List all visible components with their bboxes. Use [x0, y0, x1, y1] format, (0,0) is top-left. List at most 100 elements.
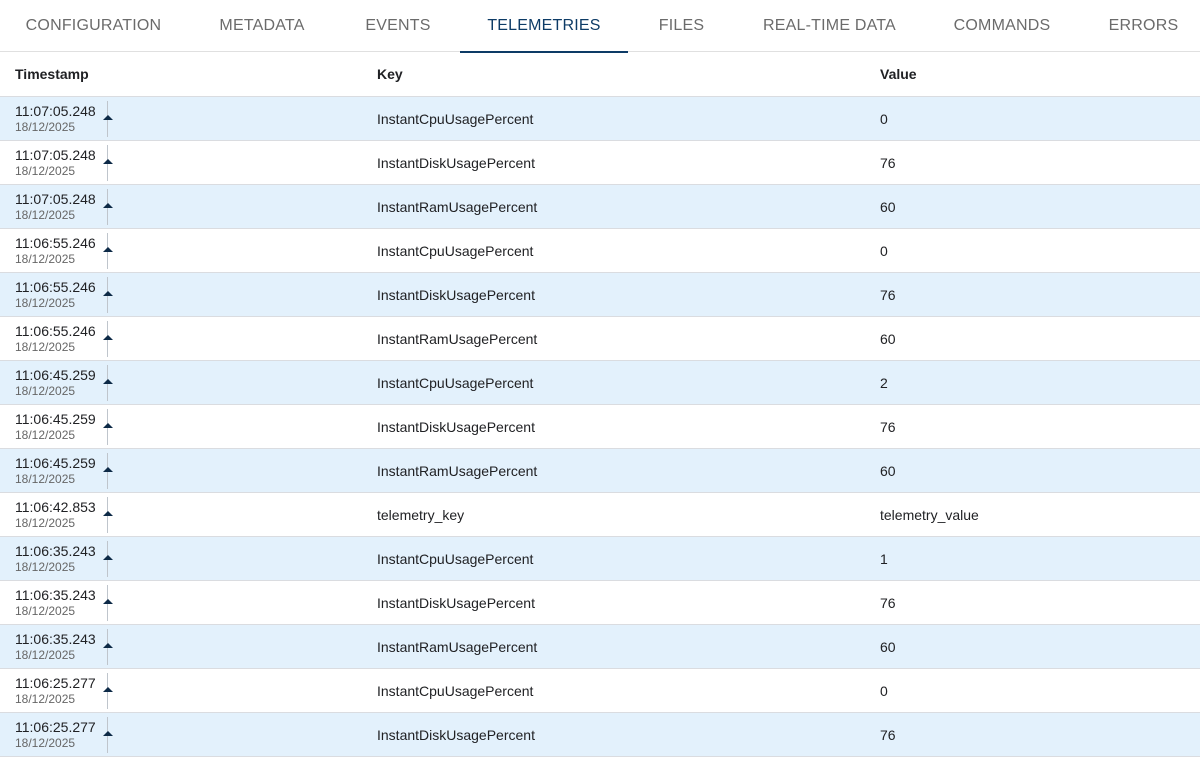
tab-bar: CONFIGURATION METADATA EVENTS TELEMETRIE… — [0, 0, 1200, 53]
table-row[interactable]: 11:06:25.277 18/12/2025 InstantCpuUsagePe… — [0, 668, 1200, 713]
key-cell: InstantRamUsagePercent — [377, 448, 880, 493]
timestamp-cell: 11:06:35.243 18/12/2025 — [0, 536, 377, 581]
tab-commands[interactable]: COMMANDS — [940, 0, 1064, 52]
key-cell: InstantCpuUsagePercent — [377, 360, 880, 405]
value-cell: 76 — [880, 580, 1200, 625]
timestamp-time: 11:06:55.246 — [15, 278, 96, 295]
timestamp-date: 18/12/2025 — [15, 647, 76, 662]
timestamp-time: 11:07:05.248 — [15, 190, 96, 207]
table-row[interactable]: 11:06:25.277 18/12/2025 InstantDiskUsageP… — [0, 712, 1200, 757]
key-cell: InstantCpuUsagePercent — [377, 536, 880, 581]
timestamp-date: 18/12/2025 — [15, 427, 76, 442]
timestamp-date: 18/12/2025 — [15, 339, 76, 354]
table-row[interactable]: 11:06:45.259 18/12/2025 InstantRamUsagePe… — [0, 448, 1200, 493]
timestamp-date: 18/12/2025 — [15, 383, 76, 398]
timestamp-cell: 11:06:35.243 18/12/2025 — [0, 624, 377, 669]
timestamp-time: 11:06:25.277 — [15, 674, 96, 691]
timestamp-time: 11:06:45.259 — [15, 410, 96, 427]
timestamp-date: 18/12/2025 — [15, 735, 76, 750]
key-cell: InstantRamUsagePercent — [377, 624, 880, 669]
timestamp-date: 18/12/2025 — [15, 603, 76, 618]
tab-configuration[interactable]: CONFIGURATION — [16, 0, 171, 52]
table-row[interactable]: 11:06:45.259 18/12/2025 InstantDiskUsageP… — [0, 404, 1200, 449]
table-row[interactable]: 11:06:42.853 18/12/2025 telemetry_key tel… — [0, 492, 1200, 537]
timestamp-time: 11:06:35.243 — [15, 630, 96, 647]
value-cell: 60 — [880, 448, 1200, 493]
key-cell: InstantDiskUsagePercent — [377, 580, 880, 625]
timestamp-time: 11:06:35.243 — [15, 542, 96, 559]
timestamp-time: 11:06:35.243 — [15, 586, 96, 603]
key-cell: InstantRamUsagePercent — [377, 184, 880, 229]
sort-up-icon — [102, 716, 114, 753]
tab-telemetries[interactable]: TELEMETRIES — [460, 0, 628, 53]
tab-events[interactable]: EVENTS — [353, 0, 443, 52]
sort-up-icon — [102, 672, 114, 709]
timestamp-date: 18/12/2025 — [15, 163, 76, 178]
key-cell: InstantDiskUsagePercent — [377, 712, 880, 757]
table-row[interactable]: 11:06:35.243 18/12/2025 InstantDiskUsageP… — [0, 580, 1200, 625]
timestamp-time: 11:06:45.259 — [15, 454, 96, 471]
tab-metadata[interactable]: METADATA — [205, 0, 319, 52]
table-row[interactable]: 11:06:45.259 18/12/2025 InstantCpuUsagePe… — [0, 360, 1200, 405]
sort-up-icon — [102, 100, 114, 137]
table-row[interactable]: 11:06:55.246 18/12/2025 InstantCpuUsagePe… — [0, 228, 1200, 273]
sort-up-icon — [102, 452, 114, 489]
timestamp-time: 11:06:42.853 — [15, 498, 96, 515]
table-row[interactable]: 11:07:05.248 18/12/2025 InstantCpuUsagePe… — [0, 96, 1200, 141]
timestamp-date: 18/12/2025 — [15, 691, 76, 706]
timestamp-date: 18/12/2025 — [15, 471, 76, 486]
timestamp-cell: 11:07:05.248 18/12/2025 — [0, 140, 377, 185]
timestamp-cell: 11:06:45.259 18/12/2025 — [0, 448, 377, 493]
key-cell: telemetry_key — [377, 492, 880, 537]
table-row[interactable]: 11:06:55.246 18/12/2025 InstantDiskUsageP… — [0, 272, 1200, 317]
timestamp-cell: 11:06:55.246 18/12/2025 — [0, 272, 377, 317]
timestamp-cell: 11:06:45.259 18/12/2025 — [0, 404, 377, 449]
timestamp-time: 11:06:55.246 — [15, 322, 96, 339]
value-cell: 2 — [880, 360, 1200, 405]
timestamp-date: 18/12/2025 — [15, 559, 76, 574]
timestamp-time: 11:06:45.259 — [15, 366, 96, 383]
timestamp-cell: 11:06:45.259 18/12/2025 — [0, 360, 377, 405]
sort-up-icon — [102, 628, 114, 665]
table-row[interactable]: 11:07:05.248 18/12/2025 InstantDiskUsageP… — [0, 140, 1200, 185]
sort-up-icon — [102, 320, 114, 357]
timestamp-cell: 11:06:25.277 18/12/2025 — [0, 668, 377, 713]
table-row[interactable]: 11:06:35.243 18/12/2025 InstantRamUsagePe… — [0, 624, 1200, 669]
table-header-row: Timestamp Key Value — [0, 52, 1200, 97]
tab-errors[interactable]: ERRORS — [1097, 0, 1190, 52]
timestamp-cell: 11:06:35.243 18/12/2025 — [0, 580, 377, 625]
timestamp-cell: 11:06:55.246 18/12/2025 — [0, 228, 377, 273]
timestamp-time: 11:06:25.277 — [15, 718, 96, 735]
key-cell: InstantCpuUsagePercent — [377, 228, 880, 273]
timestamp-time: 11:07:05.248 — [15, 146, 96, 163]
timestamp-time: 11:07:05.248 — [15, 102, 96, 119]
column-header-timestamp[interactable]: Timestamp — [0, 52, 377, 97]
key-cell: InstantDiskUsagePercent — [377, 404, 880, 449]
value-cell: 1 — [880, 536, 1200, 581]
key-cell: InstantCpuUsagePercent — [377, 96, 880, 141]
timestamp-date: 18/12/2025 — [15, 515, 76, 530]
value-cell: 60 — [880, 316, 1200, 361]
timestamp-date: 18/12/2025 — [15, 251, 76, 266]
value-cell: 76 — [880, 272, 1200, 317]
key-cell: InstantCpuUsagePercent — [377, 668, 880, 713]
timestamp-cell: 11:06:42.853 18/12/2025 — [0, 492, 377, 537]
column-header-key[interactable]: Key — [377, 52, 880, 97]
value-cell: 76 — [880, 712, 1200, 757]
value-cell: 0 — [880, 228, 1200, 273]
table-row[interactable]: 11:07:05.248 18/12/2025 InstantRamUsagePe… — [0, 184, 1200, 229]
key-cell: InstantDiskUsagePercent — [377, 140, 880, 185]
key-cell: InstantDiskUsagePercent — [377, 272, 880, 317]
table-row[interactable]: 11:06:35.243 18/12/2025 InstantCpuUsagePe… — [0, 536, 1200, 581]
column-header-value[interactable]: Value — [880, 52, 1200, 97]
value-cell: telemetry_value — [880, 492, 1200, 537]
timestamp-date: 18/12/2025 — [15, 295, 76, 310]
tab-files[interactable]: FILES — [645, 0, 718, 52]
timestamp-date: 18/12/2025 — [15, 207, 76, 222]
value-cell: 76 — [880, 404, 1200, 449]
tab-real-time-data[interactable]: REAL-TIME DATA — [752, 0, 907, 52]
sort-up-icon — [102, 408, 114, 445]
table-row[interactable]: 11:06:55.246 18/12/2025 InstantRamUsagePe… — [0, 316, 1200, 361]
sort-up-icon — [102, 540, 114, 577]
telemetry-table: Timestamp Key Value 11:07:05.248 18/12/20… — [0, 52, 1200, 757]
